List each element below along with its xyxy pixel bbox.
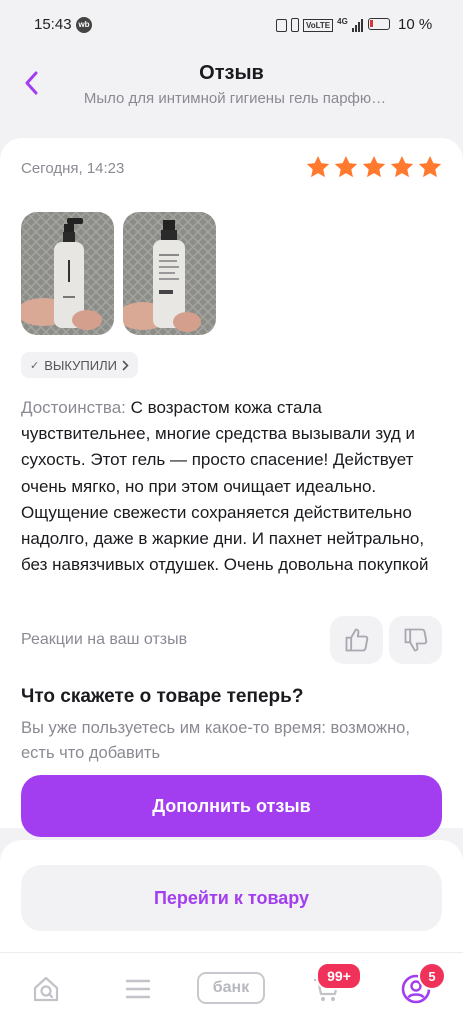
star-icon bbox=[306, 155, 330, 178]
pros-text: С возрастом кожа стала чувствительнее, м… bbox=[21, 398, 429, 575]
go-to-product-button[interactable]: Перейти к товару bbox=[21, 865, 442, 931]
reactions-label: Реакции на ваш отзыв bbox=[21, 631, 188, 648]
battery-icon bbox=[368, 18, 390, 30]
star-icon bbox=[334, 155, 358, 178]
star-icon bbox=[418, 155, 442, 178]
battery-percent: 10 % bbox=[398, 16, 433, 33]
product-photo-front bbox=[21, 212, 114, 335]
star-icon bbox=[362, 155, 386, 178]
status-time: 15:43 bbox=[34, 16, 72, 33]
add-to-review-button[interactable]: Дополнить отзыв bbox=[21, 775, 442, 837]
nfc-icon bbox=[276, 18, 287, 32]
page-title: Отзыв bbox=[199, 62, 264, 84]
thumbs-up-icon bbox=[345, 628, 368, 652]
network-label: 4G bbox=[337, 17, 348, 26]
like-button[interactable] bbox=[330, 616, 383, 664]
purchased-badge[interactable]: ✓ ВЫКУПИЛИ bbox=[21, 352, 138, 378]
tab-home[interactable] bbox=[26, 969, 66, 1009]
app-header: Отзыв Мыло для интимной гигиены гель пар… bbox=[0, 50, 463, 130]
vibrate-icon bbox=[291, 18, 299, 32]
pros-label: Достоинства: bbox=[21, 398, 126, 417]
rating-stars bbox=[305, 154, 443, 180]
home-search-icon bbox=[33, 976, 59, 1002]
status-icons: VoLTE 4G bbox=[276, 17, 363, 33]
product-photo-back bbox=[123, 212, 216, 335]
review-photo[interactable] bbox=[123, 212, 216, 335]
profile-notification-badge: 5 bbox=[418, 962, 446, 990]
star-icon bbox=[390, 155, 414, 178]
thumbs-down-icon bbox=[404, 628, 427, 652]
review-card: Сегодня, 14:23 ✓ ВЫКУПИЛИ Достоинства: С… bbox=[0, 138, 463, 837]
dislike-button[interactable] bbox=[389, 616, 442, 664]
tab-catalog[interactable] bbox=[118, 969, 158, 1009]
product-name: Мыло для интимной гигиены гель парфю… bbox=[83, 90, 387, 107]
status-bar: 15:43 wb VoLTE 4G 10 % bbox=[0, 0, 463, 50]
purchased-label: ВЫКУПИЛИ bbox=[44, 357, 117, 373]
review-text: Достоинства: С возрастом кожа стала чувс… bbox=[21, 395, 446, 578]
menu-icon bbox=[125, 979, 151, 999]
tab-bar: банк bbox=[0, 952, 463, 1025]
tab-bank[interactable]: банк bbox=[197, 972, 265, 1004]
review-date: Сегодня, 14:23 bbox=[21, 160, 125, 177]
cart-count-badge: 99+ bbox=[316, 962, 362, 990]
review-photo[interactable] bbox=[21, 212, 114, 335]
check-icon: ✓ bbox=[30, 359, 40, 372]
wb-app-icon: wb bbox=[76, 17, 92, 33]
prompt-text: Вы уже пользуетесь им какое-то время: во… bbox=[21, 719, 410, 762]
volte-label: VoLTE bbox=[303, 18, 334, 32]
chevron-right-icon bbox=[122, 360, 129, 370]
signal-icon bbox=[351, 18, 363, 32]
prompt-title: Что скажете о товаре теперь? bbox=[21, 686, 304, 707]
